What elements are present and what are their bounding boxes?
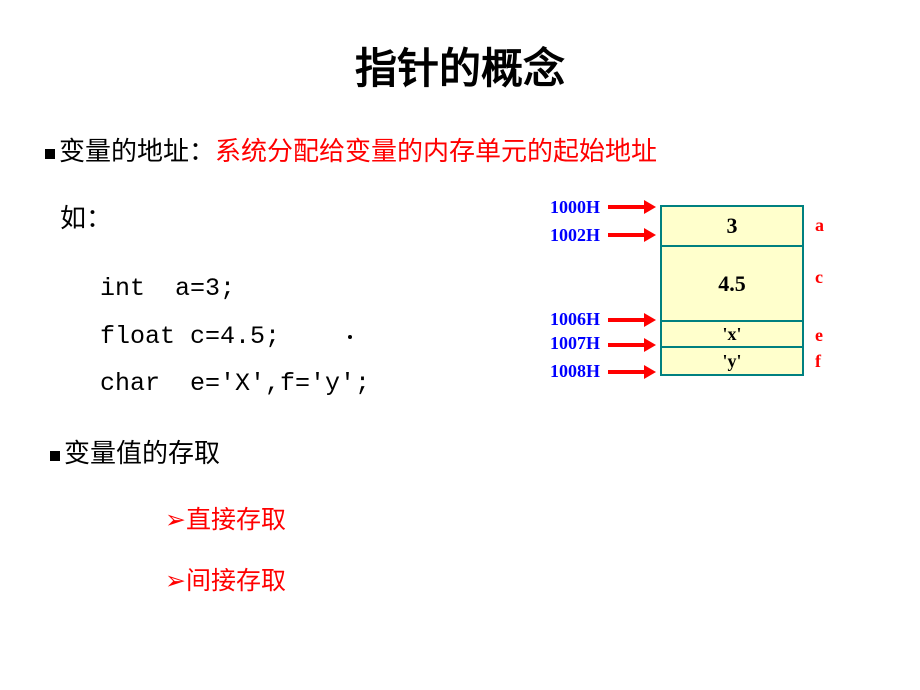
bullet1-desc: 系统分配给变量的内存单元的起始地址 <box>215 137 657 166</box>
addr-1000: 1000H <box>540 197 600 218</box>
addr-1002: 1002H <box>540 225 600 246</box>
addr-1008: 1008H <box>540 361 600 382</box>
sub-bullet-indirect: ➢间接存取 <box>165 561 920 597</box>
mem-cell-f: 'y' <box>662 348 802 374</box>
memory-table: 3 4.5 'x' 'y' <box>660 205 804 376</box>
bullet2-label: 变量值的存取 <box>64 439 220 468</box>
bullet-variable-address: 变量的地址：系统分配给变量的内存单元的起始地址 <box>45 131 920 168</box>
bullet-variable-access: 变量值的存取 <box>50 433 920 470</box>
var-label-e: e <box>815 325 823 346</box>
var-label-a: a <box>815 215 824 236</box>
mem-cell-c: 4.5 <box>662 247 802 322</box>
sub-bullet-2-text: 间接存取 <box>186 568 286 595</box>
var-label-f: f <box>815 351 821 372</box>
sub-bullet-list: ➢直接存取 ➢间接存取 <box>165 500 920 597</box>
addr-1007: 1007H <box>540 333 600 354</box>
bullet-marker <box>45 149 55 159</box>
mem-cell-e: 'x' <box>662 322 802 348</box>
bullet1-label: 变量的地址： <box>59 137 215 166</box>
mem-cell-a: 3 <box>662 207 802 247</box>
center-dot <box>348 335 352 339</box>
triangle-icon: ➢ <box>165 567 186 595</box>
addr-1006: 1006H <box>540 309 600 330</box>
sub-bullet-1-text: 直接存取 <box>186 507 286 534</box>
triangle-icon: ➢ <box>165 506 186 534</box>
slide-title: 指针的概念 <box>0 0 920 121</box>
bullet-marker <box>50 451 60 461</box>
sub-bullet-direct: ➢直接存取 <box>165 500 920 536</box>
var-label-c: c <box>815 267 823 288</box>
